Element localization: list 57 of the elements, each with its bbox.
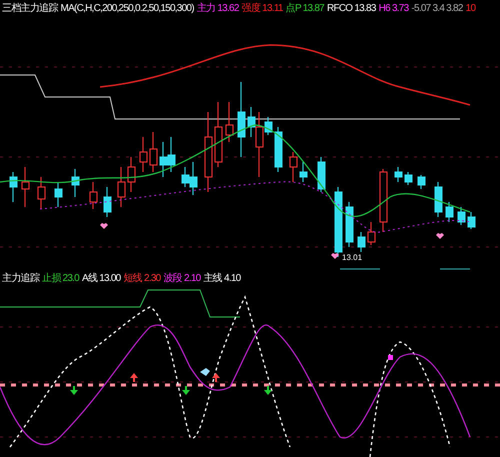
candlestick <box>90 182 98 210</box>
square-marker-icon <box>388 355 393 360</box>
header-value: -5.07 3.4 3.82 <box>411 2 463 15</box>
candlestick <box>300 162 308 182</box>
legend-value: 主线 4.10 <box>203 272 240 286</box>
legend-value: A线 13.00 <box>82 272 120 286</box>
legend-value: 波段 2.10 <box>163 272 200 286</box>
candlestick <box>418 174 426 190</box>
header-value: H6 3.73 <box>378 2 408 15</box>
candlestick <box>38 176 46 210</box>
candlestick <box>274 126 282 172</box>
heart-marker-icon <box>331 253 339 259</box>
header-value: RFCO 13.83 <box>327 2 376 15</box>
legend-value: 短线 2.30 <box>123 272 160 286</box>
legend-value: 主力追踪 <box>2 272 39 286</box>
down-arrow-icon <box>264 386 272 396</box>
header-value: 强度 13.11 <box>242 2 283 15</box>
down-arrow-icon <box>182 386 190 396</box>
candlestick <box>334 186 342 258</box>
candlestick <box>128 156 136 192</box>
candlestick <box>404 172 412 186</box>
candlestick <box>150 132 158 172</box>
price-label: 13.01 <box>342 253 362 262</box>
candlestick <box>446 202 454 222</box>
header-value: MA(C,H,C,200,250,0.2,50,150,300) <box>60 2 194 15</box>
candlestick <box>10 172 18 202</box>
candlestick <box>346 202 354 248</box>
header-value: 主力 13.62 <box>196 2 239 15</box>
header-value: 三档主力追踪 <box>2 2 58 15</box>
heart-marker-icon <box>100 223 108 229</box>
candlestick <box>104 186 112 218</box>
candlestick <box>118 166 126 208</box>
level-line <box>340 268 380 270</box>
candlestick <box>226 102 234 142</box>
candlestick <box>22 166 30 208</box>
up-arrow-icon <box>130 373 138 382</box>
candlestick <box>214 102 222 168</box>
candlestick <box>368 222 376 246</box>
candlestick <box>318 156 326 192</box>
level-line <box>440 268 470 270</box>
legend-value: 止损 23.0 <box>42 272 79 286</box>
candlestick <box>468 212 476 230</box>
candlestick <box>140 136 148 172</box>
down-arrow-icon <box>70 386 78 396</box>
candlestick <box>72 168 80 198</box>
candlestick <box>290 152 298 182</box>
candlestick <box>458 206 466 226</box>
candlestick <box>358 232 366 252</box>
candlestick <box>54 182 62 208</box>
header-value: 点P 13.87 <box>286 2 324 15</box>
candlestick <box>394 166 402 182</box>
candlestick <box>434 182 442 218</box>
header-value: 10 <box>466 2 476 15</box>
up-arrow-icon <box>212 373 220 382</box>
candlestick <box>380 168 388 232</box>
heart-marker-icon <box>436 233 444 239</box>
diamond-marker-icon <box>200 368 210 376</box>
